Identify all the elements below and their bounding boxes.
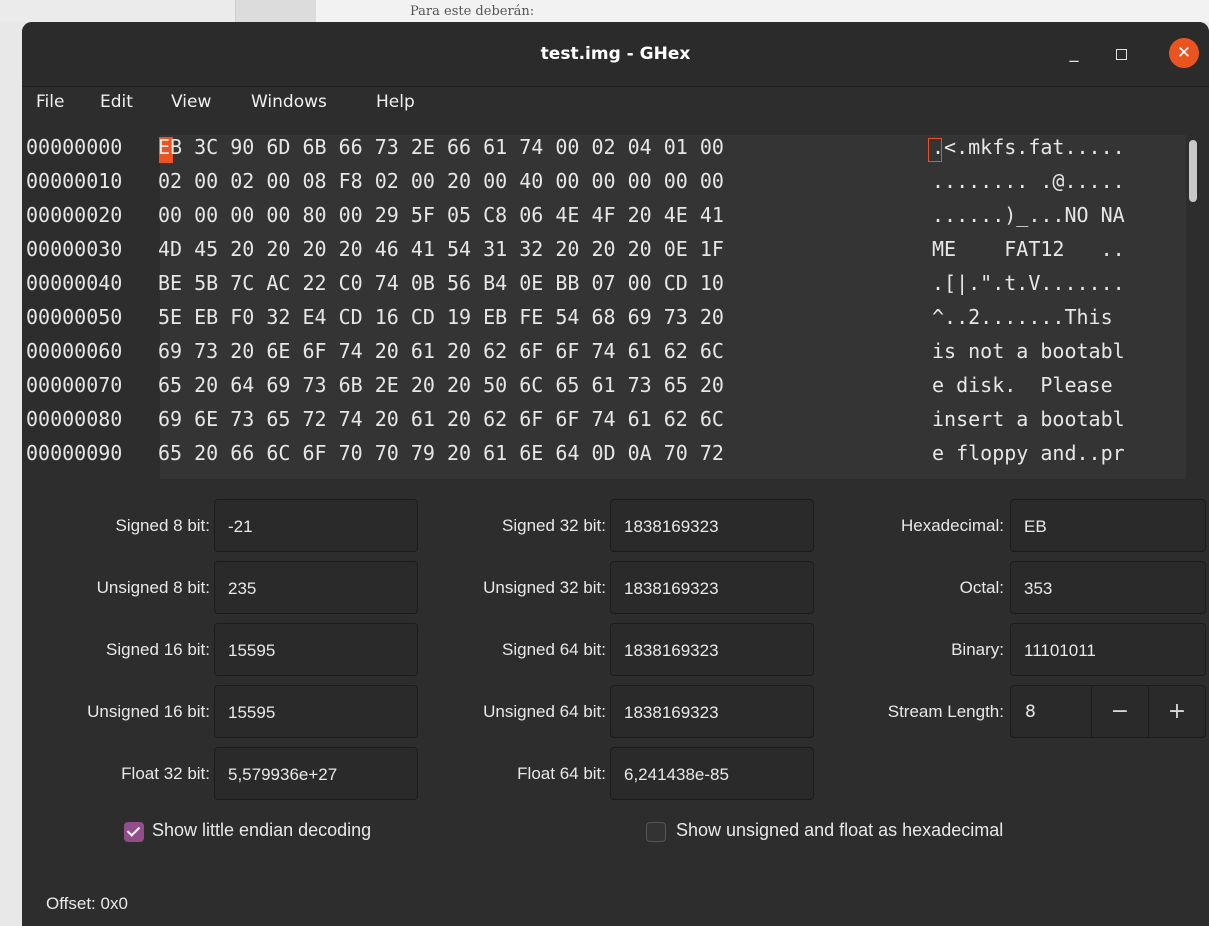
ghex-window: test.img - GHex _ ✕ File Edit View Windo… — [22, 22, 1209, 926]
row-ascii[interactable]: is not a bootabl — [932, 339, 1125, 363]
hex-row[interactable]: 00000010 02 00 02 00 08 F8 02 00 20 00 4… — [26, 169, 1125, 199]
close-icon: ✕ — [1176, 43, 1192, 63]
row-hex[interactable]: 69 73 20 6E 6F 74 20 61 20 62 6F 6F 74 6… — [158, 339, 724, 363]
stream-length-spinner: 8 − + — [1010, 685, 1206, 738]
hex-row[interactable]: 00000050 5E EB F0 32 E4 CD 16 CD 19 EB F… — [26, 305, 1113, 335]
background-doc-text: Para este deberán: — [410, 4, 535, 19]
hexadecimal-field[interactable]: EB — [1010, 499, 1206, 552]
row-ascii[interactable]: .<.mkfs.fat..... — [932, 135, 1125, 159]
hex-row[interactable]: 00000060 69 73 20 6E 6F 74 20 61 20 62 6… — [26, 339, 1125, 369]
unsigned-hex-label[interactable]: Show unsigned and float as hexadecimal — [676, 820, 1003, 841]
titlebar[interactable]: test.img - GHex _ ✕ — [22, 22, 1209, 87]
window-title: test.img - GHex — [540, 44, 691, 64]
signed-16-bit-label: Signed 16 bit: — [106, 640, 210, 659]
unsigned-hex-checkbox[interactable] — [646, 822, 666, 842]
maximize-button[interactable] — [1110, 43, 1132, 65]
stream-length-decrement-button[interactable]: − — [1091, 686, 1148, 737]
background-document: Para este deberán: — [0, 0, 1209, 22]
hex-row[interactable]: 00000070 65 20 64 69 73 6B 2E 20 20 50 6… — [26, 373, 1113, 403]
menu-windows[interactable]: Windows — [251, 92, 327, 112]
unsigned-8-bit-label: Unsigned 8 bit: — [96, 578, 210, 597]
row-offset: 00000030 — [26, 237, 123, 261]
row-ascii[interactable]: e disk. Please — [932, 373, 1125, 397]
row-ascii[interactable]: ^..2.......This — [932, 305, 1125, 329]
stream-length-value[interactable]: 8 — [1025, 686, 1036, 739]
row-ascii[interactable]: ......)_...NO NA — [932, 203, 1125, 227]
scrollbar-thumb[interactable] — [1189, 140, 1197, 202]
menu-view[interactable]: View — [171, 92, 211, 112]
menu-help[interactable]: Help — [376, 92, 415, 112]
row-offset: 00000070 — [26, 373, 123, 397]
signed-64-bit-field[interactable]: 1838169323 — [610, 623, 814, 676]
signed-16-bit-field[interactable]: 15595 — [214, 623, 418, 676]
row-hex[interactable]: EB 3C 90 6D 6B 66 73 2E 66 61 74 00 02 0… — [158, 135, 724, 159]
row-ascii[interactable]: .[|.".t.V....... — [932, 271, 1125, 295]
row-offset: 00000000 — [26, 135, 123, 159]
row-hex[interactable]: 65 20 64 69 73 6B 2E 20 20 50 6C 65 61 7… — [158, 373, 724, 397]
row-offset: 00000060 — [26, 339, 123, 363]
unsigned-64-bit-field[interactable]: 1838169323 — [610, 685, 814, 738]
minimize-icon: _ — [1069, 42, 1079, 63]
binary-field[interactable]: 11101011 — [1010, 623, 1206, 676]
octal-label: Octal: — [959, 578, 1004, 597]
signed-8-bit-label: Signed 8 bit: — [115, 516, 210, 535]
row-hex[interactable]: 65 20 66 6C 6F 70 70 79 20 61 6E 64 0D 0… — [158, 441, 724, 465]
float-64-bit-label: Float 64 bit: — [517, 764, 606, 783]
unsigned-16-bit-field[interactable]: 15595 — [214, 685, 418, 738]
stream-length-label: Stream Length: — [887, 702, 1004, 721]
row-ascii[interactable]: ME FAT12 .. — [932, 237, 1125, 261]
hex-row[interactable]: 00000030 4D 45 20 20 20 20 46 41 54 31 3… — [26, 237, 1125, 267]
hex-row[interactable]: 00000080 69 6E 73 65 72 74 20 61 20 62 6… — [26, 407, 1125, 437]
row-hex[interactable]: 02 00 02 00 08 F8 02 00 20 00 40 00 00 0… — [158, 169, 724, 193]
unsigned-32-bit-label: Unsigned 32 bit: — [483, 578, 606, 597]
hexadecimal-label: Hexadecimal: — [901, 516, 1004, 535]
row-hex[interactable]: 5E EB F0 32 E4 CD 16 CD 19 EB FE 54 68 6… — [158, 305, 724, 329]
maximize-icon — [1116, 49, 1127, 60]
unsigned-8-bit-field[interactable]: 235 — [214, 561, 418, 614]
row-hex[interactable]: BE 5B 7C AC 22 C0 74 0B 56 B4 0E BB 07 0… — [158, 271, 724, 295]
background-panel-2 — [236, 0, 316, 22]
signed-32-bit-label: Signed 32 bit: — [502, 516, 606, 535]
row-ascii[interactable]: insert a bootabl — [932, 407, 1125, 431]
row-hex[interactable]: 00 00 00 00 80 00 29 5F 05 C8 06 4E 4F 2… — [158, 203, 724, 227]
row-hex[interactable]: 69 6E 73 65 72 74 20 61 20 62 6F 6F 74 6… — [158, 407, 724, 431]
row-offset: 00000050 — [26, 305, 123, 329]
row-ascii[interactable]: ........ .@..... — [932, 169, 1125, 193]
little-endian-checkbox[interactable] — [124, 822, 144, 842]
hex-view[interactable]: 00000000 EB 3C 90 6D 6B 66 73 2E 66 61 7… — [26, 135, 1186, 479]
status-offset: Offset: 0x0 — [46, 894, 128, 913]
close-button[interactable]: ✕ — [1169, 38, 1199, 68]
signed-64-bit-label: Signed 64 bit: — [502, 640, 606, 659]
stream-length-increment-button[interactable]: + — [1148, 686, 1205, 737]
hex-row[interactable]: 00000000 EB 3C 90 6D 6B 66 73 2E 66 61 7… — [26, 135, 1125, 165]
row-offset: 00000020 — [26, 203, 123, 227]
little-endian-label[interactable]: Show little endian decoding — [152, 820, 371, 841]
float-32-bit-label: Float 32 bit: — [121, 764, 210, 783]
menu-file[interactable]: File — [36, 92, 64, 112]
unsigned-32-bit-field[interactable]: 1838169323 — [610, 561, 814, 614]
binary-label: Binary: — [951, 640, 1004, 659]
menu-edit[interactable]: Edit — [100, 92, 133, 112]
hex-row[interactable]: 00000090 65 20 66 6C 6F 70 70 79 20 61 6… — [26, 441, 1125, 471]
float-32-bit-field[interactable]: 5,579936e+27 — [214, 747, 418, 800]
row-offset: 00000090 — [26, 441, 123, 465]
signed-32-bit-field[interactable]: 1838169323 — [610, 499, 814, 552]
float-64-bit-field[interactable]: 6,241438e-85 — [610, 747, 814, 800]
hex-row[interactable]: 00000040 BE 5B 7C AC 22 C0 74 0B 56 B4 0… — [26, 271, 1125, 301]
row-offset: 00000040 — [26, 271, 123, 295]
row-offset: 00000080 — [26, 407, 123, 431]
hex-row[interactable]: 00000020 00 00 00 00 80 00 29 5F 05 C8 0… — [26, 203, 1125, 233]
signed-8-bit-field[interactable]: -21 — [214, 499, 418, 552]
minimize-button[interactable]: _ — [1059, 42, 1089, 66]
octal-field[interactable]: 353 — [1010, 561, 1206, 614]
unsigned-16-bit-label: Unsigned 16 bit: — [87, 702, 210, 721]
menubar: File Edit View Windows Help — [22, 87, 1209, 123]
background-panel — [0, 0, 236, 22]
row-ascii[interactable]: e floppy and..pr — [932, 441, 1125, 465]
row-offset: 00000010 — [26, 169, 123, 193]
row-hex[interactable]: 4D 45 20 20 20 20 46 41 54 31 32 20 20 2… — [158, 237, 724, 261]
unsigned-64-bit-label: Unsigned 64 bit: — [483, 702, 606, 721]
